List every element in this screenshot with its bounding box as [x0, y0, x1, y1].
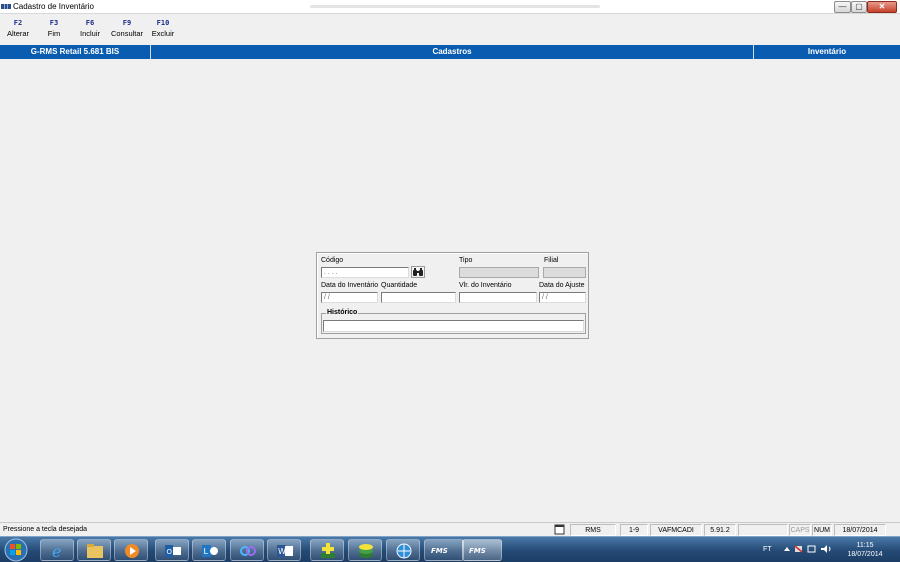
minimize-button[interactable]: — — [834, 1, 851, 13]
clock-date: 18/07/2014 — [847, 551, 883, 558]
data-inventario-field[interactable]: / / — [321, 292, 378, 303]
svg-text:L: L — [204, 547, 209, 556]
network-icon — [807, 545, 816, 553]
historico-field[interactable] — [323, 320, 584, 332]
language-indicator[interactable]: FT — [763, 546, 772, 553]
outlook-icon[interactable]: O — [155, 539, 189, 561]
data-ajuste-label: Data do Ajuste — [539, 282, 585, 289]
binoculars-icon[interactable] — [411, 266, 425, 278]
status-bar: Pressione a tecla desejada RMS 1-9 VAFMC… — [0, 522, 900, 536]
connect-icon[interactable] — [230, 539, 264, 561]
f9-consultar-button[interactable]: F9 Consultar — [107, 18, 147, 39]
health-app-icon[interactable] — [310, 539, 344, 561]
fkey-label: Excluir — [151, 29, 175, 38]
tipo-label: Tipo — [459, 257, 473, 264]
historico-label: Histórico — [326, 309, 359, 316]
codigo-field[interactable]: . . . . — [321, 267, 409, 278]
windows-taskbar: e O L W FMS FMS FT 11:15 18/07/2014 — [0, 536, 900, 562]
fkey-code: F6 — [85, 19, 95, 27]
module-name: Cadastros — [151, 45, 754, 59]
system-tray — [784, 544, 834, 556]
quantidade-label: Quantidade — [381, 282, 418, 289]
status-caps: CAPS — [789, 524, 811, 536]
file-explorer-icon[interactable] — [77, 539, 111, 561]
clock-time: 11:15 — [856, 542, 874, 549]
fms-label: FMS — [469, 547, 486, 555]
product-name: G-RMS Retail 5.681 BIS — [0, 45, 151, 59]
app-icon — [1, 4, 11, 9]
word-icon[interactable]: W — [267, 539, 301, 561]
status-message: Pressione a tecla desejada — [3, 526, 88, 533]
screen-name: Inventário — [807, 47, 847, 56]
clock[interactable]: 11:15 18/07/2014 — [840, 541, 890, 559]
vlr-inventario-field[interactable] — [459, 292, 537, 303]
status-program: VAFMCADI — [650, 524, 702, 536]
fkey-label: Fim — [47, 29, 61, 38]
fkey-label: Consultar — [110, 29, 144, 38]
fkey-label: Alterar — [6, 29, 30, 38]
fkey-code: F3 — [49, 19, 59, 27]
internet-explorer-icon[interactable]: e — [40, 539, 74, 561]
fkey-code: F2 — [13, 19, 23, 27]
fkey-label: Incluir — [79, 29, 100, 38]
svg-text:e: e — [52, 542, 61, 560]
lync-icon[interactable]: L — [192, 539, 226, 561]
blurred-title-text — [310, 5, 600, 8]
maximize-button[interactable]: ▢ — [851, 1, 867, 13]
f2-alterar-button[interactable]: F2 Alterar — [0, 18, 38, 39]
codigo-label: Código — [321, 257, 344, 264]
start-button[interactable] — [3, 538, 31, 562]
fms-label: FMS — [431, 547, 448, 555]
tray-expand-icon — [784, 547, 790, 551]
svg-text:W: W — [278, 547, 286, 556]
historico-group: Histórico — [321, 309, 586, 334]
vlr-inventario-label: Vlr. do Inventário — [459, 282, 512, 289]
volume-icon — [821, 545, 827, 553]
window-title: Cadastro de Inventário — [13, 2, 94, 11]
quantidade-field[interactable] — [381, 292, 456, 303]
fkey-code: F9 — [122, 19, 132, 27]
network-globe-icon[interactable] — [386, 539, 420, 561]
f6-incluir-button[interactable]: F6 Incluir — [70, 18, 110, 39]
fms-app-button-2[interactable]: FMS — [462, 539, 502, 561]
close-button[interactable]: ✕ — [867, 1, 897, 13]
status-system: RMS — [570, 524, 616, 536]
document-icon — [552, 524, 567, 536]
media-player-icon[interactable] — [114, 539, 148, 561]
inventory-form: Código . . . . Tipo Filial Data do Inven… — [316, 252, 589, 339]
svg-text:O: O — [167, 548, 173, 556]
fkey-code: F10 — [156, 19, 170, 27]
status-version: 5.91.2 — [704, 524, 736, 536]
fms-app-button-1[interactable]: FMS — [424, 539, 464, 561]
f3-fim-button[interactable]: F3 Fim — [34, 18, 74, 39]
filial-label: Filial — [544, 257, 559, 264]
module-header: G-RMS Retail 5.681 BIS Cadastros Inventá… — [0, 45, 900, 59]
data-ajuste-field[interactable]: / / — [539, 292, 586, 303]
status-num: NUM — [812, 524, 832, 536]
function-key-toolbar: F2 Alterar F3 Fim F6 Incluir F9 Consulta… — [0, 15, 900, 44]
tipo-field — [459, 267, 539, 278]
status-range: 1-9 — [620, 524, 648, 536]
filial-field — [543, 267, 586, 278]
f10-excluir-button[interactable]: F10 Excluir — [143, 18, 183, 39]
window-titlebar: Cadastro de Inventário — ▢ ✕ — [0, 0, 900, 14]
status-empty — [738, 524, 788, 536]
data-inventario-label: Data do Inventário — [321, 282, 379, 289]
money-app-icon[interactable] — [348, 539, 382, 561]
status-date: 18/07/2014 — [834, 524, 886, 536]
